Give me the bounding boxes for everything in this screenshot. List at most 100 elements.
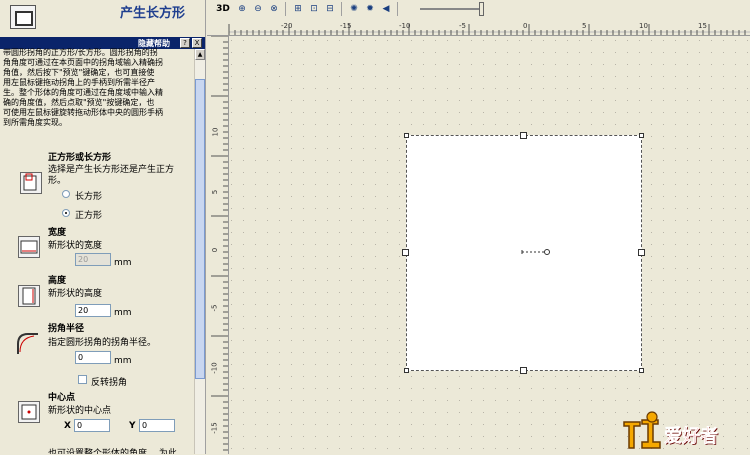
- grid-dot: [459, 376, 460, 377]
- resize-handle-sw[interactable]: [404, 368, 409, 373]
- grid-dot: [519, 100, 520, 101]
- grid-dot: [675, 316, 676, 317]
- resize-handle-n[interactable]: [520, 132, 527, 139]
- resize-handle-w[interactable]: [402, 249, 409, 256]
- render-icon[interactable]: ✺: [347, 2, 361, 16]
- grid-dot: [339, 52, 340, 53]
- grid-dot: [255, 52, 256, 53]
- grid-dot: [303, 292, 304, 293]
- grid-dot: [579, 388, 580, 389]
- resize-handle-se[interactable]: [639, 368, 644, 373]
- grid-dot: [735, 196, 736, 197]
- center-x-input[interactable]: 0: [74, 419, 110, 432]
- grid-dot: [363, 136, 364, 137]
- grid-dot: [747, 340, 748, 341]
- grid-dot: [255, 124, 256, 125]
- resize-handle-e[interactable]: [638, 249, 645, 256]
- grid-dot: [651, 88, 652, 89]
- grid-dot: [723, 76, 724, 77]
- grid-dot: [519, 124, 520, 125]
- zoom-all-icon[interactable]: ⊟: [323, 2, 337, 16]
- zoom-in-icon[interactable]: ⊕: [235, 2, 249, 16]
- grid-dot: [579, 52, 580, 53]
- grid-dot: [699, 316, 700, 317]
- radio-rectangle[interactable]: [62, 190, 70, 198]
- grid-dot: [315, 124, 316, 125]
- grid-dot: [651, 232, 652, 233]
- grid-dot: [555, 112, 556, 113]
- grid-dot: [651, 148, 652, 149]
- grid-dot: [351, 88, 352, 89]
- grid-dot: [291, 196, 292, 197]
- resize-handle-s[interactable]: [520, 367, 527, 374]
- grid-dot: [687, 160, 688, 161]
- zoom-out-icon[interactable]: ⊖: [251, 2, 265, 16]
- light-icon[interactable]: ✹: [363, 2, 377, 16]
- grid-dot: [291, 52, 292, 53]
- sound-icon[interactable]: ◀: [379, 2, 393, 16]
- grid-dot: [279, 124, 280, 125]
- grid-dot: [435, 448, 436, 449]
- zoom-fit-icon[interactable]: ⊞: [291, 2, 305, 16]
- grid-dot: [351, 292, 352, 293]
- help-close-button[interactable]: X: [192, 38, 202, 48]
- grid-dot: [687, 292, 688, 293]
- rotate-handle-icon[interactable]: [518, 246, 554, 258]
- grid-dot: [423, 412, 424, 413]
- radius-input[interactable]: 0: [75, 351, 111, 364]
- ruler-label: -10: [210, 362, 219, 374]
- grid-dot: [255, 316, 256, 317]
- grid-dot: [375, 220, 376, 221]
- reverse-corner-checkbox[interactable]: [78, 375, 87, 384]
- scroll-thumb[interactable]: [195, 79, 205, 379]
- grid-dot: [567, 124, 568, 125]
- grid-dot: [507, 100, 508, 101]
- radio-square[interactable]: [62, 209, 70, 217]
- grid-dot: [327, 196, 328, 197]
- grid-dot: [351, 184, 352, 185]
- grid-dot: [375, 124, 376, 125]
- 3d-view-button[interactable]: 3D: [215, 2, 231, 16]
- grid-dot: [315, 352, 316, 353]
- width-input[interactable]: 20: [75, 253, 111, 266]
- grid-dot: [267, 352, 268, 353]
- grid-dot: [675, 40, 676, 41]
- grid-dot: [291, 340, 292, 341]
- resize-handle-ne[interactable]: [639, 133, 644, 138]
- zoom-slider-track[interactable]: [420, 8, 480, 10]
- grid-dot: [483, 412, 484, 413]
- grid-dot: [315, 232, 316, 233]
- grid-dot: [231, 316, 232, 317]
- height-input[interactable]: 20: [75, 304, 111, 317]
- grid-dot: [327, 64, 328, 65]
- grid-dot: [291, 184, 292, 185]
- grid-dot: [279, 208, 280, 209]
- zoom-region-icon[interactable]: ⊗: [267, 2, 281, 16]
- grid-dot: [495, 124, 496, 125]
- grid-dot: [279, 340, 280, 341]
- grid-dot: [591, 124, 592, 125]
- grid-dot: [711, 52, 712, 53]
- resize-handle-nw[interactable]: [404, 133, 409, 138]
- grid-dot: [375, 208, 376, 209]
- grid-dot: [243, 208, 244, 209]
- grid-dot: [603, 40, 604, 41]
- grid-dot: [555, 424, 556, 425]
- grid-dot: [291, 412, 292, 413]
- grid-dot: [651, 328, 652, 329]
- panel-scrollbar[interactable]: ▲: [194, 49, 205, 454]
- scroll-up-icon[interactable]: ▲: [195, 49, 205, 60]
- help-question-button[interactable]: ?: [180, 38, 190, 48]
- grid-dot: [279, 328, 280, 329]
- grid-dot: [279, 364, 280, 365]
- grid-dot: [711, 304, 712, 305]
- grid-dot: [519, 64, 520, 65]
- zoom-page-icon[interactable]: ⊡: [307, 2, 321, 16]
- ruler-label: 5: [211, 189, 220, 195]
- grid-dot: [567, 412, 568, 413]
- zoom-slider-knob[interactable]: [479, 2, 484, 16]
- center-y-input[interactable]: 0: [139, 419, 175, 432]
- grid-dot: [699, 112, 700, 113]
- grid-dot: [267, 400, 268, 401]
- grid-dot: [267, 268, 268, 269]
